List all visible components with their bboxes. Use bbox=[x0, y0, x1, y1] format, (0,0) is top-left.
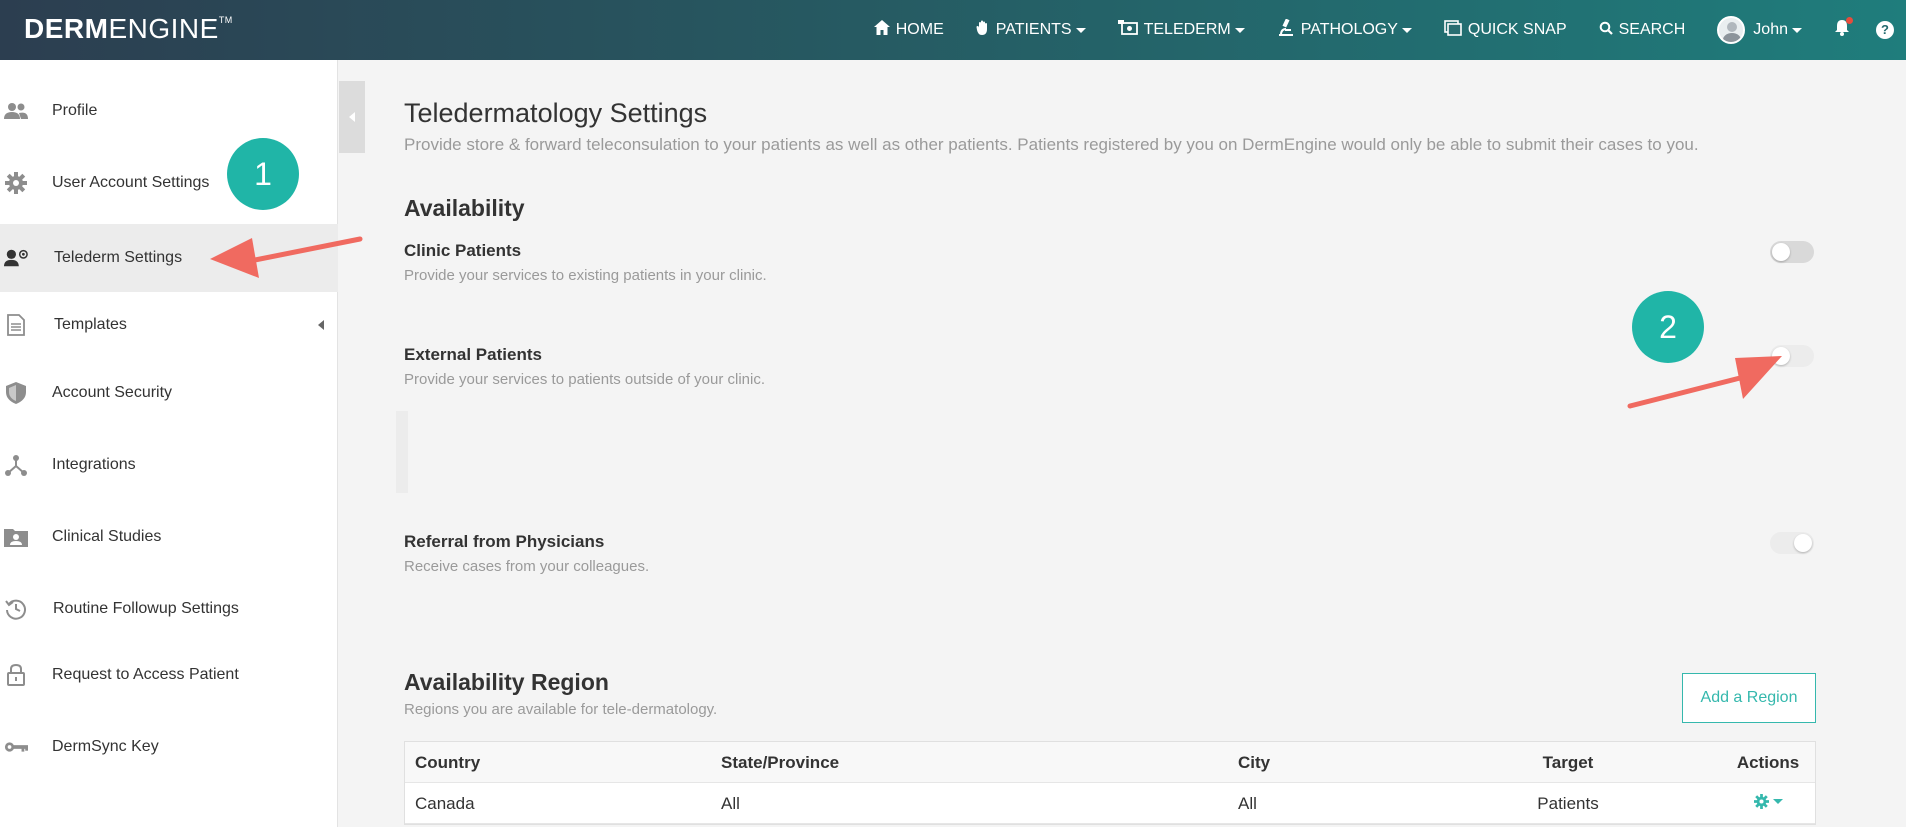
external-patients-title: External Patients bbox=[404, 345, 542, 364]
sidebar-item-label: Profile bbox=[52, 102, 98, 119]
sidebar-item-templates[interactable]: Templates bbox=[0, 294, 338, 356]
telederm-icon bbox=[1117, 20, 1138, 40]
sidebar-item-label: User Account Settings bbox=[52, 174, 210, 191]
chevron-down-icon bbox=[1234, 27, 1245, 33]
add-region-button[interactable]: Add a Region bbox=[1682, 673, 1816, 723]
nav-pathology[interactable]: PATHOLOGY bbox=[1277, 18, 1412, 42]
column-header: Actions bbox=[1736, 753, 1800, 772]
step-1-badge: 1 bbox=[227, 138, 299, 210]
nav-quick-snap[interactable]: QUICK SNAP bbox=[1444, 19, 1567, 41]
toggle-knob bbox=[1772, 243, 1790, 261]
page-title: Teledermatology Settings bbox=[404, 98, 708, 128]
avatar bbox=[1717, 16, 1746, 44]
table-header: Country State/Province City Target Actio… bbox=[405, 742, 1815, 783]
availability-heading: Availability bbox=[404, 195, 525, 221]
folder-user-icon bbox=[4, 525, 28, 549]
availability-region-desc: Regions you are available for tele-derma… bbox=[404, 701, 718, 718]
chevron-down-icon bbox=[1772, 799, 1783, 804]
network-icon bbox=[4, 453, 28, 477]
lock-icon bbox=[4, 663, 28, 687]
telederm-icon bbox=[4, 246, 28, 270]
hand-icon bbox=[976, 20, 990, 40]
external-patients-toggle[interactable] bbox=[1770, 345, 1814, 367]
sidebar-item-label: Request to Access Patient bbox=[52, 666, 239, 683]
cards-icon bbox=[1444, 19, 1462, 41]
nav-home[interactable]: HOME bbox=[873, 20, 944, 40]
search-icon bbox=[1599, 21, 1613, 40]
sidebar-item-request-to-access-patient[interactable]: Request to Access Patient bbox=[0, 644, 338, 706]
gear-icon bbox=[4, 171, 28, 195]
history-icon bbox=[4, 597, 28, 621]
main-nav: HOME PATIENTS TELEDERM PATHOLOGY QUICK S… bbox=[873, 0, 1906, 60]
help-icon[interactable]: ? bbox=[1876, 21, 1894, 39]
clinic-patients-desc: Provide your services to existing patien… bbox=[404, 267, 767, 284]
notification-dot bbox=[1846, 17, 1853, 24]
sidebar-item-clinical-studies[interactable]: Clinical Studies bbox=[0, 506, 338, 568]
toggle-knob bbox=[1772, 347, 1790, 365]
clinic-patients-toggle[interactable] bbox=[1770, 241, 1814, 263]
cell-state: All bbox=[721, 794, 740, 813]
sidebar-item-label: Templates bbox=[54, 316, 127, 333]
sidebar-item-profile[interactable]: Profile bbox=[0, 80, 338, 142]
sidebar-item-account-security[interactable]: Account Security bbox=[0, 362, 338, 424]
sidebar-item-label: Integrations bbox=[52, 456, 136, 473]
sidebar-item-label: Routine Followup Settings bbox=[53, 600, 239, 617]
regions-table: Country State/Province City Target Actio… bbox=[404, 741, 1816, 825]
nav-patients[interactable]: PATIENTS bbox=[976, 20, 1086, 40]
arrow-to-external-toggle bbox=[1627, 356, 1782, 409]
sidebar-item-routine-followup-settings[interactable]: Routine Followup Settings bbox=[0, 578, 338, 640]
cell-city: All bbox=[1238, 794, 1257, 813]
user-menu[interactable]: John bbox=[1717, 16, 1802, 44]
cell-target: Patients bbox=[1537, 794, 1599, 813]
shield-icon bbox=[4, 381, 28, 405]
notifications-button[interactable] bbox=[1834, 17, 1853, 41]
referral-desc: Receive cases from your colleagues. bbox=[404, 558, 650, 575]
microscope-icon bbox=[1277, 18, 1295, 42]
chevron-down-icon bbox=[1401, 27, 1412, 33]
column-header: State/Province bbox=[721, 753, 840, 772]
referral-toggle[interactable] bbox=[1770, 532, 1814, 554]
referral-title: Referral from Physicians bbox=[404, 532, 605, 551]
users-icon bbox=[4, 99, 28, 123]
chevron-down-icon bbox=[1792, 27, 1802, 33]
column-header: Target bbox=[1542, 753, 1594, 772]
key-icon bbox=[4, 735, 28, 759]
sidebar-item-label: Telederm Settings bbox=[54, 249, 183, 266]
toggle-knob bbox=[1794, 534, 1812, 552]
home-icon bbox=[873, 20, 890, 40]
cell-country: Canada bbox=[415, 794, 475, 813]
document-icon bbox=[4, 313, 28, 337]
clinic-patients-title: Clinic Patients bbox=[404, 241, 522, 260]
column-header: City bbox=[1238, 753, 1271, 772]
chevron-left-icon bbox=[318, 320, 324, 330]
column-header: Country bbox=[415, 753, 481, 772]
sidebar-collapse-button[interactable] bbox=[339, 81, 365, 153]
page-description: Provide store & forward teleconsulation … bbox=[404, 135, 1699, 154]
nav-telederm[interactable]: TELEDERM bbox=[1117, 20, 1245, 40]
gear-icon bbox=[1753, 794, 1783, 809]
availability-region-heading: Availability Region bbox=[404, 669, 609, 695]
nav-search[interactable]: SEARCH bbox=[1599, 21, 1685, 40]
sidebar-item-label: Clinical Studies bbox=[52, 528, 162, 545]
sidebar-item-dermsync-key[interactable]: DermSync Key bbox=[0, 716, 338, 778]
top-navbar: DERMENGINETM HOME PATIENTS TELEDERM PATH… bbox=[0, 0, 1906, 60]
table-row: Canada All All Patients bbox=[405, 783, 1815, 824]
sidebar-item-integrations[interactable]: Integrations bbox=[0, 434, 338, 496]
external-patients-desc: Provide your services to patients outsid… bbox=[404, 371, 766, 388]
step-2-badge: 2 bbox=[1632, 291, 1704, 363]
sidebar-item-telederm-settings[interactable]: Telederm Settings bbox=[0, 224, 338, 292]
row-actions-button[interactable] bbox=[1723, 794, 1813, 814]
sidebar-item-label: Account Security bbox=[52, 384, 173, 401]
loading-placeholder bbox=[396, 411, 408, 493]
sidebar-item-label: DermSync Key bbox=[52, 738, 159, 755]
chevron-down-icon bbox=[1075, 27, 1086, 33]
dermengine-logo[interactable]: DERMENGINETM bbox=[24, 13, 233, 45]
